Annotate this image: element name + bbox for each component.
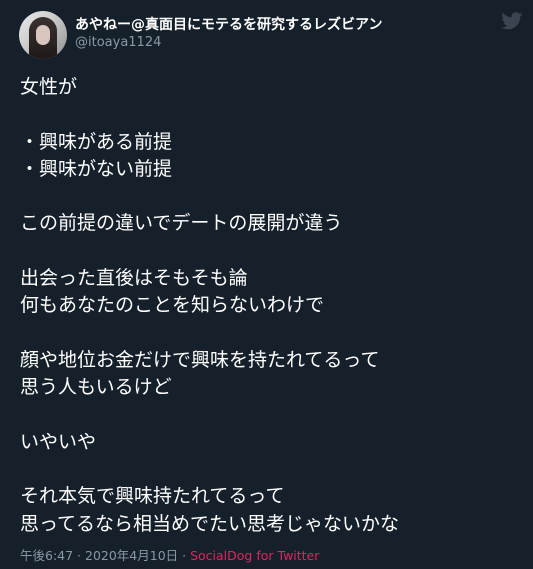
tweet-line: [20, 238, 520, 265]
tweet-line: [20, 183, 520, 210]
tweet-line: いやいや: [20, 430, 97, 453]
tweet-line: 出会った直後はそもそも論: [20, 267, 248, 290]
tweet-line: [20, 456, 520, 483]
tweet-line: それ本気で興味持たれてるって: [20, 485, 285, 508]
user-handle[interactable]: @itoaya1124: [75, 35, 161, 50]
tweet-line: ・興味がある前提: [20, 130, 173, 153]
tweet-source-link[interactable]: SocialDog for Twitter: [190, 548, 319, 563]
meta-separator: ·: [73, 548, 85, 563]
tweet-line: 何もあなたのことを知らないわけで: [20, 294, 325, 317]
tweet-card: あやねー@真面目にモテるを研究するレズビアン @itoaya1124 女性が ・…: [0, 0, 533, 569]
tweet-line: [20, 402, 520, 429]
avatar-face: [36, 25, 50, 45]
avatar[interactable]: [19, 11, 67, 59]
tweet-date[interactable]: 2020年4月10日: [85, 548, 178, 563]
tweet-body: 女性が ・興味がある前提 ・興味がない前提 この前提の違いでデートの展開が違う …: [20, 74, 520, 538]
tweet-line: [20, 320, 520, 347]
tweet-line: 顔や地位お金だけで興味を持たれてるって: [20, 348, 380, 371]
tweet-line: [20, 101, 520, 128]
tweet-line: 女性が: [20, 76, 78, 98]
tweet-line: 思う人もいるけど: [20, 376, 172, 399]
tweet-line: 思ってるなら相当めでたい思考じゃないかな: [20, 512, 400, 535]
tweet-line: ・興味がない前提: [20, 157, 173, 180]
tweet-meta: 午後6:47 · 2020年4月10日 · SocialDog for Twit…: [20, 545, 319, 564]
display-name[interactable]: あやねー@真面目にモテるを研究するレズビアン: [75, 14, 382, 34]
tweet-time[interactable]: 午後6:47: [20, 548, 73, 563]
tweet-line: この前提の違いでデートの展開が違う: [20, 212, 343, 235]
meta-separator: ·: [178, 548, 191, 563]
twitter-bird-icon[interactable]: [501, 12, 523, 30]
